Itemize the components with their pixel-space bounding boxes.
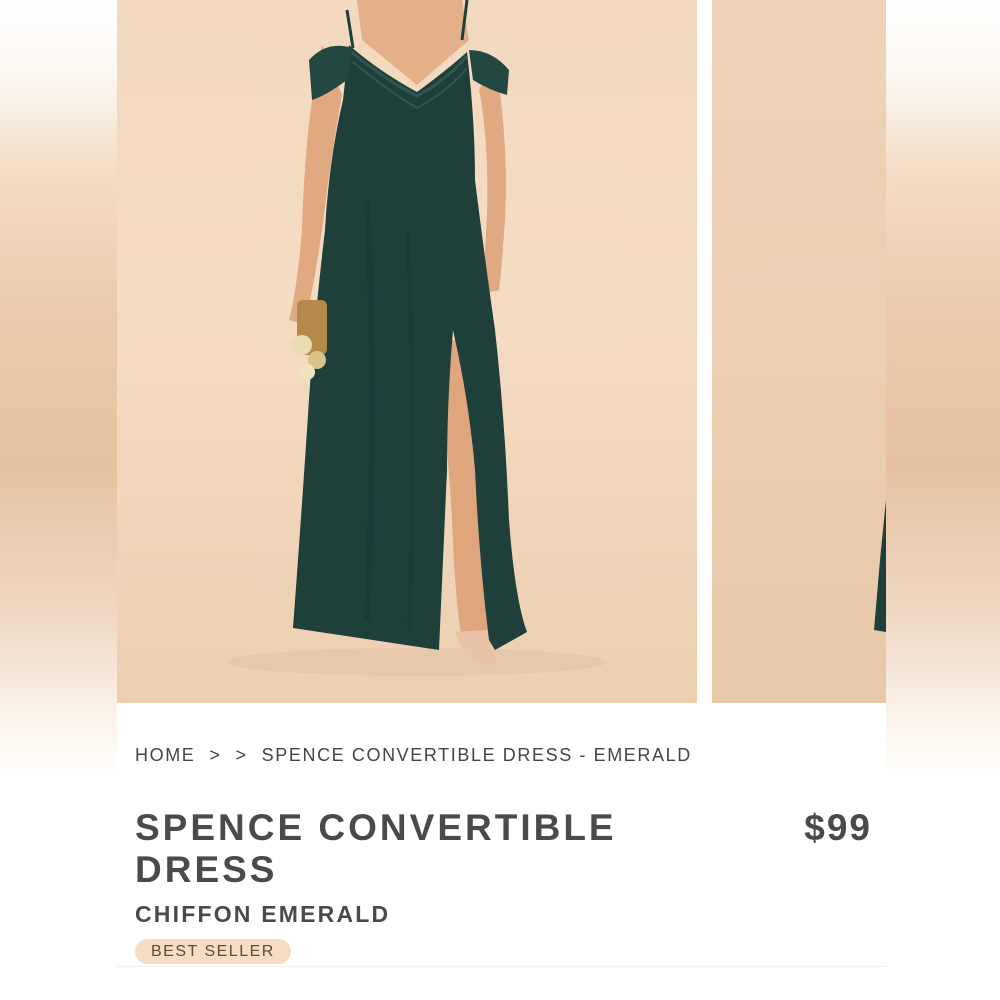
product-image-gallery[interactable] [117,0,886,703]
next-photo-illustration [874,500,886,632]
product-price: $99 [804,807,872,848]
breadcrumb-home-link[interactable]: HOME [135,745,195,766]
breadcrumb-separator: > [209,745,222,765]
breadcrumb-current: SPENCE CONVERTIBLE DRESS - EMERALD [261,745,692,765]
blurred-background-right [885,0,1000,780]
product-photo-main[interactable] [117,0,697,703]
breadcrumb: HOME > > SPENCE CONVERTIBLE DRESS - EMER… [135,745,692,766]
product-photo-next[interactable] [712,0,886,703]
product-info: HOME > > SPENCE CONVERTIBLE DRESS - EMER… [117,703,886,1000]
product-title: SPENCE CONVERTIBLE DRESS [135,807,617,890]
divider [117,966,886,967]
blurred-background-left [0,0,117,780]
breadcrumb-separator: > [235,745,248,765]
product-fabric-color: CHIFFON EMERALD [135,901,391,927]
model-wearing-dress-illustration [227,0,607,676]
best-seller-badge: BEST SELLER [135,939,291,964]
